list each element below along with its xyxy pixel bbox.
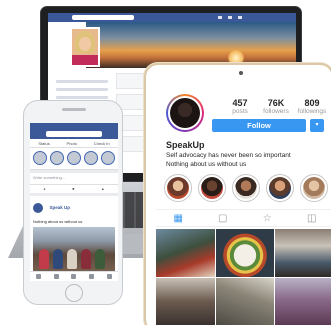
phone-speaker <box>62 108 86 111</box>
person <box>95 249 105 269</box>
followers-count: 76K <box>267 98 285 108</box>
nav-icon[interactable] <box>218 16 222 19</box>
checkin-button[interactable]: ▲ <box>101 187 104 191</box>
bio-line-1: Self advocacy has never been so importan… <box>166 152 291 159</box>
chevron-down-icon[interactable]: ▾ <box>310 119 324 132</box>
cover-photo <box>86 22 296 68</box>
stat-posts[interactable]: 457 posts <box>220 98 260 115</box>
highlight-story[interactable] <box>266 174 294 202</box>
grid-post[interactable] <box>156 229 215 277</box>
person <box>53 249 63 269</box>
grid-post[interactable] <box>156 277 215 325</box>
home-icon[interactable] <box>36 274 42 279</box>
grid-post[interactable] <box>215 277 275 325</box>
profile-shirt <box>72 55 98 65</box>
post-text: Nothing about us without us <box>33 219 83 224</box>
grid-post[interactable] <box>215 229 275 277</box>
notifications-icon[interactable] <box>89 274 95 279</box>
post-author[interactable]: Speak Up <box>49 205 70 210</box>
live-button[interactable]: ● <box>43 187 45 191</box>
instagram-profile-screen: 457 posts 76K followers 809 followings F… <box>156 85 331 325</box>
followers-label: followers <box>263 108 289 115</box>
story-avatar[interactable] <box>67 151 81 165</box>
story-avatar[interactable] <box>84 151 98 165</box>
friends-icon[interactable] <box>53 274 59 279</box>
grid-post[interactable] <box>275 229 331 277</box>
highlight-story[interactable] <box>198 174 226 202</box>
tab-status[interactable]: Status <box>38 141 49 146</box>
profile-face <box>79 37 91 51</box>
story-avatar[interactable] <box>101 151 115 165</box>
facebook-top-bar <box>48 13 296 22</box>
highlight-story[interactable] <box>232 174 260 202</box>
person <box>81 249 91 269</box>
bottom-tab-bar <box>30 271 118 281</box>
post-grid <box>156 229 331 325</box>
tab-photo[interactable]: Photo <box>67 141 77 146</box>
posts-count: 457 <box>232 98 248 108</box>
avatar[interactable] <box>33 202 43 213</box>
grid-icon[interactable]: ▦ <box>168 213 188 224</box>
iphone: Status Photo Check In Write something...… <box>23 100 123 305</box>
stat-followers[interactable]: 76K followers <box>256 98 296 115</box>
tab-check-in[interactable]: Check In <box>94 141 110 146</box>
menu-icon[interactable] <box>106 274 112 279</box>
post-photo[interactable] <box>33 227 115 273</box>
posts-label: posts <box>232 108 248 115</box>
story-avatar[interactable] <box>50 151 64 165</box>
followings-count: 809 <box>304 98 320 108</box>
person <box>67 249 77 269</box>
groups-icon[interactable] <box>71 274 77 279</box>
story-avatar[interactable] <box>33 151 47 165</box>
photo-button[interactable]: ■ <box>72 187 74 191</box>
post-composer[interactable]: Write something... <box>30 173 118 185</box>
front-camera <box>239 71 243 75</box>
highlight-story[interactable] <box>300 174 328 202</box>
profile-photo[interactable] <box>70 27 100 67</box>
stat-followings[interactable]: 809 followings <box>292 98 331 115</box>
ipad: 457 posts 76K followers 809 followings F… <box>144 63 331 325</box>
composer-actions: ● ■ ▲ <box>30 185 118 193</box>
nav-icon[interactable] <box>228 16 232 19</box>
nav-icon[interactable] <box>238 16 242 19</box>
home-button[interactable] <box>65 284 83 302</box>
search-input[interactable] <box>46 131 102 137</box>
tagged-icon[interactable]: ☆ <box>257 213 277 224</box>
bio-line-2: Nothing about us without us <box>166 161 247 168</box>
highlight-story[interactable] <box>164 174 192 202</box>
grid-post[interactable] <box>275 277 331 325</box>
person <box>39 249 49 269</box>
profile-tabs: ▦ ▢ ☆ ◫ <box>156 209 331 227</box>
portrait-icon[interactable]: ◫ <box>302 213 322 224</box>
feed-post: Speak Up Nothing about us without us <box>30 196 118 276</box>
profile-username: SpeakUp <box>166 140 205 150</box>
phone-screen: Status Photo Check In Write something...… <box>30 123 118 281</box>
follow-button[interactable]: Follow <box>212 119 306 132</box>
profile-avatar[interactable] <box>166 94 204 132</box>
device-mockup-scene: Status Photo Check In Write something...… <box>0 0 331 325</box>
composer-tabs: Status Photo Check In <box>30 139 118 148</box>
followings-label: followings <box>297 108 327 115</box>
stories-row <box>30 148 118 170</box>
facebook-nav-bar <box>30 129 118 139</box>
reel-icon[interactable]: ▢ <box>213 213 233 224</box>
search-input[interactable] <box>72 15 134 20</box>
